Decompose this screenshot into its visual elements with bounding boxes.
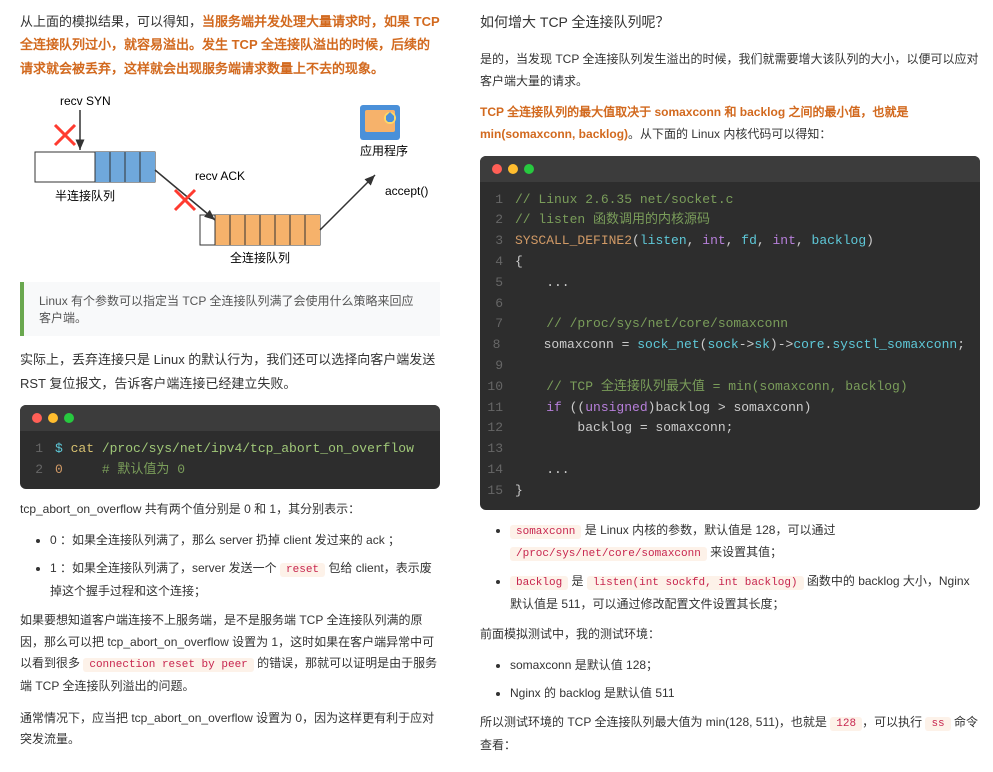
code-line: 15} [480,481,980,502]
code-block-1: 1$ cat /proc/sys/net/ipv4/tcp_abort_on_o… [20,405,440,489]
code-body-2: 1// Linux 2.6.35 net/socket.c2// listen … [480,182,980,510]
code-line: 5 ... [480,273,980,294]
code-line: 8 somaxconn = sock_net(sock->sk)->core.s… [480,335,980,356]
quote-box: Linux 有个参数可以指定当 TCP 全连接队列满了会使用什么策略来回应客户端… [20,282,440,336]
code-line: 9 [480,356,980,377]
list-item: 0 ：如果全连接队列满了，那么 server 扔掉 client 发过来的 ac… [50,530,440,552]
para4: 如果要想知道客户端连接不上服务端，是不是服务端 TCP 全连接队列满的原因，那么… [20,610,440,698]
half-queue-label: 半连接队列 [55,188,115,203]
r-para3: 前面模拟测试中，我的测试环境： [480,624,980,646]
code-line: 12 backlog = somaxconn; [480,418,980,439]
min-dot [508,164,518,174]
code-line: 7 // /proc/sys/net/core/somaxconn [480,314,980,335]
list1: 0 ：如果全连接队列满了，那么 server 扔掉 client 发过来的 ac… [20,530,440,602]
recv-syn-label: recv SYN [60,94,111,108]
para5: 通常情况下，应当把 tcp_abort_on_overflow 设置为 0，因为… [20,708,440,751]
right-column: 如何增大 TCP 全连接队列呢？ 是的，当发现 TCP 全连接队列发生溢出的时候… [480,10,980,767]
full-queue-label: 全连接队列 [230,250,290,265]
code-line: 20 # 默认值为 0 [20,460,440,481]
code-line: 3SYSCALL_DEFINE2(listen, int, fd, int, b… [480,231,980,252]
list-item: Nginx 的 backlog 是默认值 511 [510,683,980,705]
code-line: 13 [480,439,980,460]
code-block-2: 1// Linux 2.6.35 net/socket.c2// listen … [480,156,980,510]
code-line: 1// Linux 2.6.35 net/socket.c [480,190,980,211]
inline-code: somaxconn [510,525,581,539]
intro-paragraph: 从上面的模拟结果，可以得知，当服务端并发处理大量请求时，如果 TCP 全连接队列… [20,10,440,80]
inline-code: 128 [830,717,862,731]
code-line: 4{ [480,252,980,273]
quote-text: Linux 有个参数可以指定当 TCP 全连接队列满了会使用什么策略来回应客户端… [39,294,413,325]
r-para4: 所以测试环境的 TCP 全连接队列最大值为 min(128, 511)，也就是 … [480,712,980,756]
tcp-queue-diagram: recv SYN 半连接队列 recv ACK [20,90,440,270]
code-line: 6 [480,294,980,315]
close-dot [32,413,42,423]
list-item: somaxconn 是默认值 128； [510,655,980,677]
code-body-1: 1$ cat /proc/sys/net/ipv4/tcp_abort_on_o… [20,431,440,489]
list2: somaxconn 是 Linux 内核的参数，默认值是 128，可以通过 /p… [480,520,980,616]
min-dot [48,413,58,423]
code-line: 1$ cat /proc/sys/net/ipv4/tcp_abort_on_o… [20,439,440,460]
inline-code: backlog [510,576,568,590]
heading: 如何增大 TCP 全连接队列呢？ [480,10,980,35]
inline-code: reset [280,563,325,577]
app-label: 应用程序 [360,143,408,158]
inline-code: ss [925,717,950,731]
recv-ack-label: recv ACK [195,169,245,183]
code-line: 14 ... [480,460,980,481]
max-dot [524,164,534,174]
code-line: 10 // TCP 全连接队列最大值 = min(somaxconn, back… [480,377,980,398]
list-item: somaxconn 是 Linux 内核的参数，默认值是 128，可以通过 /p… [510,520,980,566]
list-item: backlog 是 listen(int sockfd, int backlog… [510,571,980,615]
code-line: 2// listen 函数调用的内核源码 [480,210,980,231]
code-header [480,156,980,182]
diagram-svg: recv SYN 半连接队列 recv ACK [20,90,440,270]
close-dot [492,164,502,174]
inline-code: listen(int sockfd, int backlog) [587,576,804,590]
para2: 实际上，丢弃连接只是 Linux 的默认行为，我们还可以选择向客户端发送 RST… [20,348,440,395]
inline-code: connection reset by peer [83,658,253,672]
para3: tcp_abort_on_overflow 共有两个值分别是 0 和 1，其分别… [20,499,440,521]
list-item: 1 ：如果全连接队列满了，server 发送一个 reset 包给 client… [50,558,440,602]
inline-code: /proc/sys/net/core/somaxconn [510,547,707,561]
intro-text: 从上面的模拟结果，可以得知， [20,14,202,29]
r-para1: 是的，当发现 TCP 全连接队列发生溢出的时候，我们就需要增大该队列的大小，以便… [480,49,980,92]
accept-label: accept() [385,184,428,198]
list3: somaxconn 是默认值 128； Nginx 的 backlog 是默认值… [480,655,980,704]
code-header [20,405,440,431]
r-para2: TCP 全连接队列的最大值取决于 somaxconn 和 backlog 之间的… [480,102,980,145]
max-dot [64,413,74,423]
code-line: 11 if ((unsigned)backlog > somaxconn) [480,398,980,419]
left-column: 从上面的模拟结果，可以得知，当服务端并发处理大量请求时，如果 TCP 全连接队列… [20,10,440,767]
